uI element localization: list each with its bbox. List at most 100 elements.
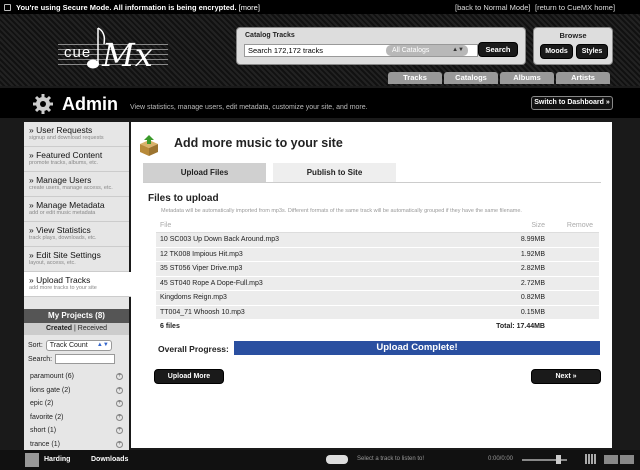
moods-button[interactable]: Moods (540, 44, 573, 59)
project-item[interactable]: epic (2) + (28, 397, 125, 411)
sidebar-item-upload-tracks[interactable]: » Upload Tracks add more tracks to your s… (24, 272, 131, 297)
file-size: 0.82MB (520, 294, 545, 302)
file-size: 1.92MB (520, 250, 545, 258)
tab-received[interactable]: Received (78, 325, 107, 332)
admin-description: View statistics, manage users, edit meta… (130, 104, 368, 111)
col-remove: Remove (566, 222, 593, 229)
table-row: 10 SC003 Up Down Back Around.mp3 8.99MB (156, 233, 599, 248)
logo-cue-text: cue (64, 44, 92, 61)
add-icon[interactable]: + (116, 373, 123, 381)
avatar[interactable] (25, 453, 39, 467)
add-icon[interactable]: + (116, 440, 123, 448)
sidebar-item-user-requests[interactable]: » User Requests signup and download reque… (24, 122, 129, 147)
next-button[interactable]: Next » (531, 369, 601, 384)
file-name: 10 SC003 Up Down Back Around.mp3 (160, 236, 280, 244)
browse-panel: Browse Moods Styles (533, 27, 613, 65)
progress-label: Overall Progress: (158, 344, 229, 354)
search-button[interactable]: Search (478, 42, 518, 57)
tab-catalogs[interactable]: Catalogs (444, 72, 498, 84)
sidebar-item-title: » View Statistics (29, 225, 91, 235)
file-size: 8.99MB (520, 236, 545, 244)
project-name: epic (2) (30, 400, 54, 408)
sidebar-item-subtitle: track plays, downloads, etc. (29, 235, 97, 241)
table-row: 45 ST040 Rope A Dope-Full.mp3 2.72MB (156, 276, 599, 291)
project-item[interactable]: trance (1) + (28, 438, 125, 452)
add-icon[interactable]: + (116, 413, 123, 421)
sidebar-item-title: » Upload Tracks (29, 275, 91, 285)
project-name: short (1) (30, 427, 57, 435)
gear-icon (33, 94, 53, 114)
expand-icon[interactable] (620, 455, 634, 464)
file-name: TT004_71 Whoosh 10.mp3 (160, 308, 245, 316)
totals-row: 6 files Total: 17.44MB (156, 320, 599, 334)
sidebar-item-subtitle: create users, manage access, etc. (29, 185, 113, 191)
switch-to-dashboard-button[interactable]: Switch to Dashboard » (531, 96, 613, 110)
sort-label: Sort: (28, 341, 43, 349)
project-name: favorite (2) (30, 413, 64, 421)
box-upload-icon (140, 135, 158, 156)
sidebar-item-subtitle: layout, access, etc. (29, 260, 76, 266)
file-name: Kingdoms Reign.mp3 (160, 294, 227, 302)
table-row: 35 ST056 Viper Drive.mp3 2.82MB (156, 262, 599, 277)
tab-albums[interactable]: Albums (500, 72, 554, 84)
secure-mode-bar: You're using Secure Mode. All informatio… (0, 0, 640, 14)
sidebar-item-manage-users[interactable]: » Manage Users create users, manage acces… (24, 172, 129, 197)
tab-publish-to-site[interactable]: Publish to Site (273, 163, 396, 182)
add-icon[interactable]: + (116, 400, 123, 408)
sidebar-item-title: » Featured Content (29, 150, 103, 160)
more-link[interactable]: [more] (239, 3, 260, 12)
table-row: TT004_71 Whoosh 10.mp3 0.15MB (156, 305, 599, 320)
minimize-icon[interactable] (604, 455, 618, 464)
cuemx-logo[interactable]: cue Mx (58, 22, 168, 78)
project-search-input[interactable] (55, 354, 116, 364)
files-heading: Files to upload (148, 193, 219, 204)
upload-progress-bar: Upload Complete! (234, 341, 600, 355)
styles-button[interactable]: Styles (576, 44, 608, 59)
sidebar-item-manage-metadata[interactable]: » Manage Metadata add or edit music metad… (24, 197, 129, 222)
sidebar-item-featured-content[interactable]: » Featured Content promote tracks, albums… (24, 147, 129, 172)
select-arrows-icon: ▲▼ (452, 47, 464, 53)
project-name: paramount (6) (30, 373, 74, 381)
admin-sidebar: » User Requests signup and download reque… (24, 122, 131, 454)
project-item[interactable]: favorite (2) + (28, 411, 125, 425)
tab-divider (143, 182, 601, 183)
add-icon[interactable]: + (116, 427, 123, 435)
secure-mode-text: You're using Secure Mode. All informatio… (16, 2, 237, 12)
tab-artists[interactable]: Artists (556, 72, 610, 84)
sort-select[interactable]: Track Count ▲▼ (45, 339, 112, 351)
player-status-text: Select a track to listen to! (357, 456, 425, 462)
seek-knob[interactable] (556, 455, 561, 464)
project-item[interactable]: paramount (6) + (28, 370, 125, 384)
username[interactable]: Harding (44, 456, 70, 463)
table-header: File Size Remove (156, 219, 599, 233)
catalog-search-panel: Catalog Tracks All Catalogs ▲▼ Search (236, 27, 526, 65)
return-home-link[interactable]: [return to CueMX home] (535, 3, 615, 12)
lock-icon (4, 3, 11, 11)
file-size: 0.15MB (520, 308, 545, 316)
upload-panel: Add more music to your site Upload Files… (131, 122, 612, 448)
catalog-select[interactable]: All Catalogs ▲▼ (386, 45, 468, 56)
add-icon[interactable]: + (116, 386, 123, 394)
volume-icon[interactable] (585, 454, 597, 464)
sidebar-item-title: » Manage Metadata (29, 200, 105, 210)
project-name: lions gate (2) (30, 386, 71, 394)
file-name: 35 ST056 Viper Drive.mp3 (160, 265, 243, 273)
project-name: trance (1) (30, 440, 60, 448)
projects-header: My Projects (8) (24, 309, 129, 323)
downloads-link[interactable]: Downloads (91, 456, 128, 463)
file-name: 45 ST040 Rope A Dope-Full.mp3 (160, 279, 263, 287)
search-label: Search: (28, 355, 53, 363)
file-name: 12 TK008 Impious Hit.mp3 (160, 250, 243, 258)
sidebar-item-view-statistics[interactable]: » View Statistics track plays, downloads,… (24, 222, 129, 247)
upload-more-button[interactable]: Upload More (154, 369, 224, 384)
sidebar-item-title: » Edit Site Settings (29, 250, 101, 260)
sidebar-item-edit-site-settings[interactable]: » Edit Site Settings layout, access, etc. (24, 247, 129, 272)
play-button[interactable] (326, 455, 348, 464)
project-item[interactable]: lions gate (2) + (28, 384, 125, 398)
tab-upload-files[interactable]: Upload Files (143, 163, 266, 182)
project-item[interactable]: short (1) + (28, 424, 125, 438)
tab-created[interactable]: Created (46, 325, 72, 332)
back-to-normal-link[interactable]: [back to Normal Mode] (455, 3, 530, 12)
tab-tracks[interactable]: Tracks (388, 72, 442, 84)
projects-tabs: Created | Received (24, 323, 129, 335)
